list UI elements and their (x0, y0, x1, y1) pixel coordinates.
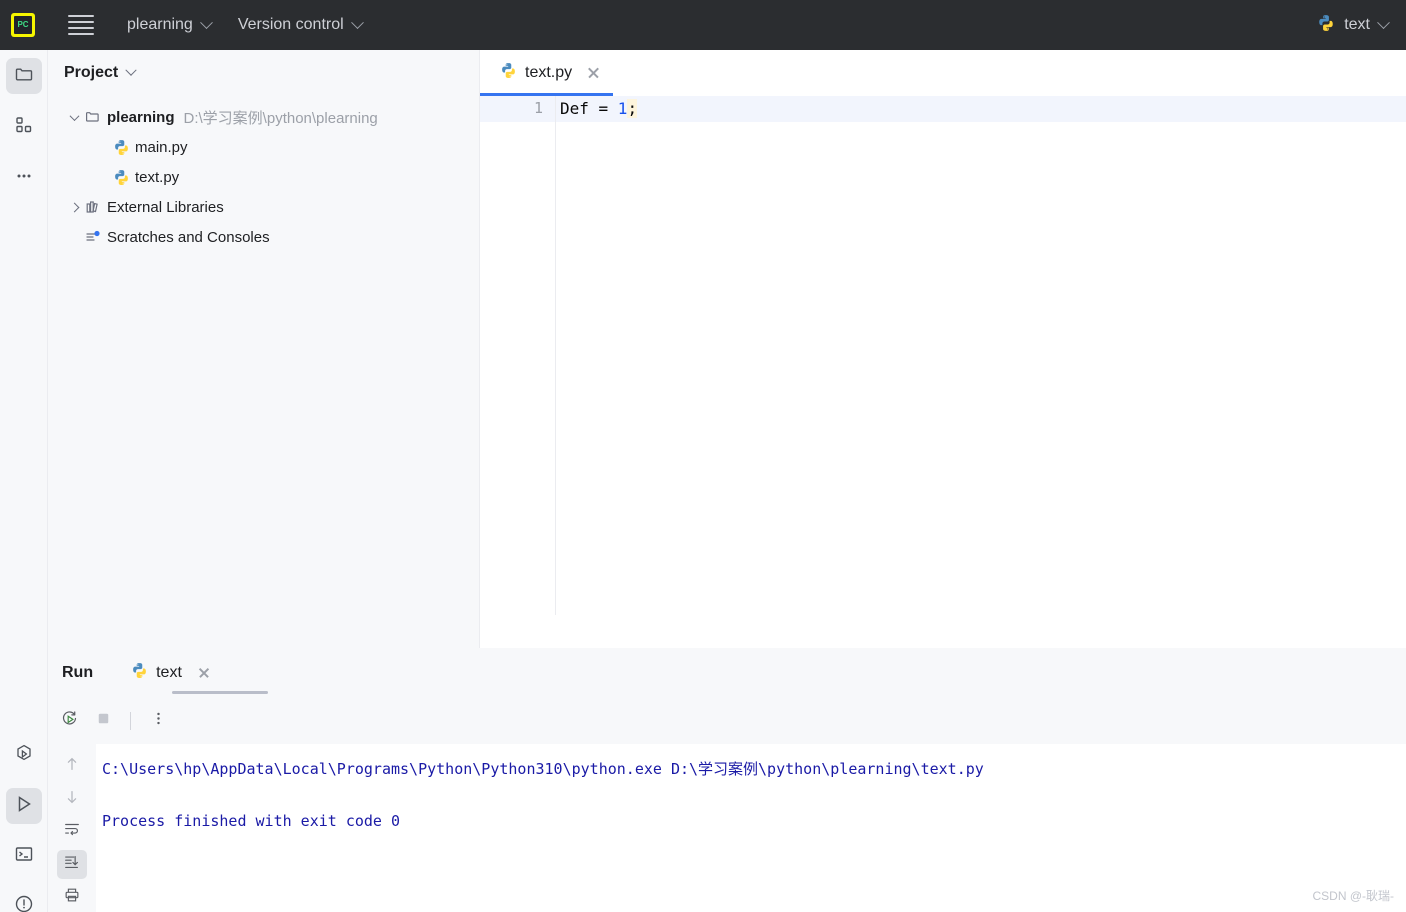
tree-item-label: text.py (135, 168, 180, 186)
chevron-down-icon (350, 15, 364, 29)
chevron-down-icon (125, 64, 137, 76)
up-arrow-button[interactable] (57, 752, 87, 781)
python-file-icon (112, 169, 130, 186)
version-control-menu[interactable]: Version control (237, 15, 364, 34)
rail-item-run[interactable] (6, 788, 42, 824)
chevron-down-icon (199, 15, 213, 29)
library-icon (84, 199, 102, 215)
code-token-prefix: Def = (560, 99, 618, 118)
tree-item[interactable]: main.py (48, 132, 479, 162)
arrow-down-icon (63, 788, 81, 811)
project-panel-title: Project (64, 64, 119, 81)
rerun-icon (60, 709, 79, 733)
pycharm-logo-icon: PC (11, 13, 35, 37)
console-output[interactable]: C:\Users\hp\AppData\Local\Programs\Pytho… (96, 744, 1406, 912)
run-configuration-selector[interactable]: text (1317, 0, 1390, 50)
more-options-button[interactable] (143, 706, 173, 736)
project-tool-window: Project plearning D:\学习案例\python\plearnin… (48, 50, 480, 648)
python-file-icon (1317, 14, 1335, 37)
hamburger-icon[interactable] (68, 15, 94, 35)
editor-gutter: 1 (480, 96, 556, 615)
play-icon (13, 793, 35, 820)
arrow-up-icon (63, 755, 81, 778)
close-icon[interactable] (586, 65, 602, 81)
run-tab-active-underline (172, 691, 268, 694)
tree-item-label: External Libraries (107, 198, 224, 216)
project-selector[interactable]: plearning (127, 15, 213, 34)
print-icon (63, 886, 81, 909)
tree-item-label: main.py (135, 138, 188, 156)
python-file-icon (131, 662, 148, 684)
structure-icon (14, 115, 34, 140)
warning-circle-icon (14, 894, 34, 912)
editor-area: text.py 1 Def = 1; (480, 50, 1406, 648)
watermark: CSDN @-耿瑞- (1312, 889, 1394, 903)
pycharm-logo-text: PC (17, 20, 29, 29)
rail-item-structure[interactable] (6, 109, 42, 145)
code-token-number: 1 (617, 99, 628, 118)
tree-item[interactable]: Scratches and Consoles (48, 222, 479, 252)
editor-tab-bar: text.py (480, 50, 1406, 96)
run-configuration-label: text (1344, 16, 1370, 33)
version-control-label: Version control (237, 16, 344, 33)
code-editor[interactable]: 1 Def = 1; (480, 96, 1406, 648)
chevron-down-icon (1377, 15, 1390, 29)
tree-item[interactable]: plearning D:\学习案例\python\plearning (48, 102, 479, 132)
tree-item-label: Scratches and Consoles (107, 228, 270, 246)
python-file-icon (500, 62, 517, 84)
print-button[interactable] (57, 883, 87, 912)
run-tool-window: Run text C:\Users\hp\AppData\Local\Progr… (48, 648, 1406, 912)
code-line-1: Def = 1; (556, 99, 638, 118)
vertical-ellipsis-icon (149, 709, 168, 733)
left-tool-rail (0, 50, 48, 912)
scratches-icon (84, 229, 102, 245)
rail-item-project[interactable] (6, 58, 42, 94)
run-panel-header: Run text (48, 648, 1406, 698)
rerun-button[interactable] (54, 706, 84, 736)
run-tab-label: text (156, 664, 182, 681)
close-icon[interactable] (196, 665, 212, 681)
editor-tab-label: text.py (525, 64, 573, 81)
rail-item-problems[interactable] (6, 888, 42, 912)
down-arrow-button[interactable] (57, 785, 87, 814)
rail-item-more[interactable] (6, 160, 42, 196)
scroll-to-end-button[interactable] (57, 850, 87, 880)
run-panel-title: Run (62, 664, 94, 681)
toolbar-separator (130, 712, 131, 730)
rail-item-services[interactable] (6, 738, 42, 774)
run-toolbar (48, 698, 1406, 744)
code-token-warning: ; (627, 99, 638, 118)
console-side-toolbar (48, 744, 96, 912)
stop-square-icon (94, 709, 113, 733)
console-line: Process finished with exit code 0 (102, 812, 401, 830)
tree-item-path: D:\学习案例\python\plearning (183, 109, 378, 127)
services-play-hex-icon (13, 743, 35, 770)
chevron-right-icon[interactable] (66, 199, 82, 215)
tree-item[interactable]: External Libraries (48, 192, 479, 222)
tree-item-label: plearning (107, 108, 175, 126)
title-bar: PC plearning Version control text (0, 0, 1406, 50)
python-file-icon (112, 139, 130, 156)
project-tree: plearning D:\学习案例\python\plearning main.py… (48, 96, 479, 252)
tree-item[interactable]: text.py (48, 162, 479, 192)
run-tab-text[interactable]: text (131, 662, 212, 684)
project-selector-label: plearning (127, 16, 193, 33)
chevron-down-icon[interactable] (66, 109, 82, 125)
ellipsis-icon (14, 166, 34, 191)
line-number: 1 (533, 99, 543, 117)
terminal-icon (14, 844, 34, 869)
console-line: C:\Users\hp\AppData\Local\Programs\Pytho… (102, 760, 984, 778)
stop-button[interactable] (88, 706, 118, 736)
rail-item-terminal[interactable] (6, 838, 42, 874)
soft-wrap-icon (63, 820, 81, 843)
editor-tab-text-py[interactable]: text.py (480, 50, 616, 96)
soft-wrap-button[interactable] (57, 818, 87, 847)
folder-icon (14, 64, 34, 89)
folder-icon (84, 109, 102, 125)
project-panel-header[interactable]: Project (48, 50, 479, 96)
scroll-to-end-icon (63, 853, 81, 876)
